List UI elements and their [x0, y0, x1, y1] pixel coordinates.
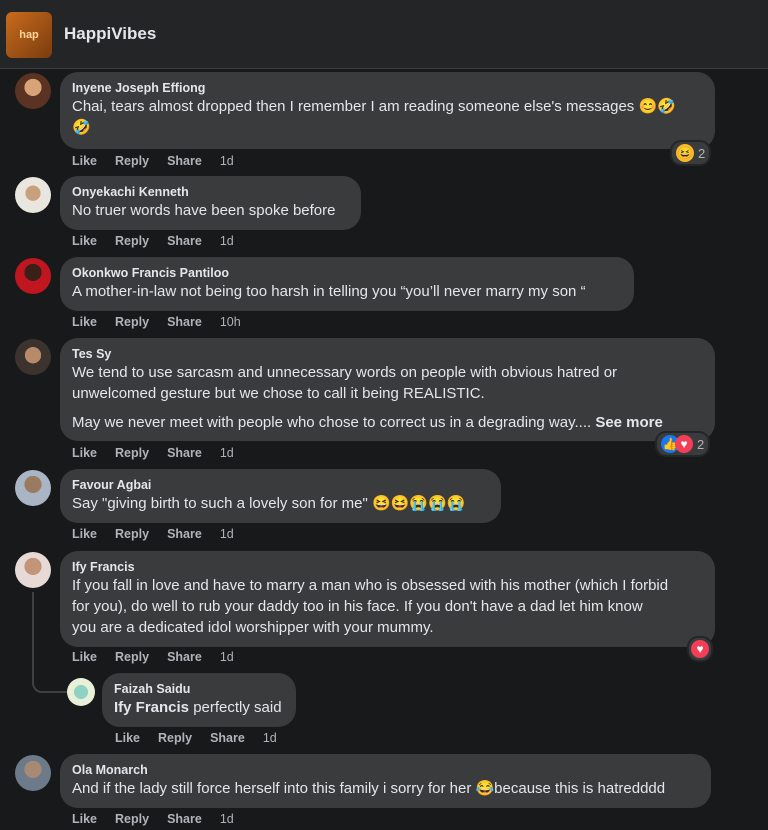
- avatar[interactable]: [15, 339, 51, 375]
- comment-actions: Like Reply Share 1d: [72, 154, 252, 168]
- comment-author[interactable]: Okonkwo Francis Pantiloo: [72, 265, 622, 281]
- comment-timestamp[interactable]: 1d: [220, 234, 234, 248]
- love-icon: ♥: [691, 640, 709, 658]
- comment-timestamp[interactable]: 1d: [220, 527, 234, 541]
- comment-bubble: Favour Agbai Say "giving birth to such a…: [60, 469, 501, 523]
- reply-bubble: Faizah Saidu Ify Francis perfectly said: [102, 673, 296, 727]
- like-button[interactable]: Like: [72, 527, 97, 541]
- avatar[interactable]: [15, 258, 51, 294]
- like-button[interactable]: Like: [72, 446, 97, 460]
- comment-bubble: Inyene Joseph Effiong Chai, tears almost…: [60, 72, 715, 149]
- reply-button[interactable]: Reply: [115, 154, 149, 168]
- page-title[interactable]: HappiVibes: [64, 24, 156, 44]
- comment-text: Chai, tears almost dropped then I rememb…: [72, 98, 676, 136]
- page-header: hap HappiVibes: [0, 0, 768, 69]
- see-more-link[interactable]: See more: [595, 414, 663, 431]
- comment-actions: Like Reply Share 10h: [72, 315, 259, 329]
- comment-actions: Like Reply Share 1d: [72, 527, 252, 541]
- avatar[interactable]: [15, 470, 51, 506]
- mention-link[interactable]: Ify Francis: [114, 699, 189, 716]
- comment-bubble: Okonkwo Francis Pantiloo A mother-in-law…: [60, 257, 634, 311]
- share-button[interactable]: Share: [167, 650, 202, 664]
- comment-text: We tend to use sarcasm and unnecessary w…: [72, 364, 618, 402]
- avatar[interactable]: [15, 755, 51, 791]
- comment-actions: Like Reply Share 1d: [115, 731, 295, 745]
- share-button[interactable]: Share: [167, 315, 202, 329]
- comment-actions: Like Reply Share 1d: [72, 446, 252, 460]
- comment-bubble: Ify Francis If you fall in love and have…: [60, 551, 715, 647]
- like-button[interactable]: Like: [72, 154, 97, 168]
- comment-actions: Like Reply Share 1d: [72, 650, 252, 664]
- like-button[interactable]: Like: [72, 650, 97, 664]
- comment-author[interactable]: Favour Agbai: [72, 477, 489, 493]
- page-avatar[interactable]: hap: [6, 12, 52, 58]
- comment-author[interactable]: Faizah Saidu: [114, 681, 284, 697]
- like-button[interactable]: Like: [72, 812, 97, 826]
- comment-author[interactable]: Onyekachi Kenneth: [72, 184, 349, 200]
- reaction-count: 2: [698, 145, 706, 161]
- comment-text: If you fall in love and have to marry a …: [72, 577, 669, 636]
- comment-text: Ify Francis perfectly said: [114, 699, 282, 716]
- comment-author[interactable]: Inyene Joseph Effiong: [72, 80, 703, 96]
- comment-author[interactable]: Tes Sy: [72, 346, 703, 362]
- laughing-emoji-icon: 😆: [676, 144, 694, 162]
- comment-timestamp[interactable]: 1d: [263, 731, 277, 745]
- reply-button[interactable]: Reply: [115, 315, 149, 329]
- avatar[interactable]: [67, 678, 95, 706]
- reply-button[interactable]: Reply: [115, 446, 149, 460]
- comment-bubble: Onyekachi Kenneth No truer words have be…: [60, 176, 361, 230]
- comment-bubble: Ola Monarch And if the lady still force …: [60, 754, 711, 808]
- avatar[interactable]: [15, 177, 51, 213]
- reaction-summary[interactable]: ♥: [687, 636, 713, 662]
- reaction-count: 2: [697, 436, 705, 452]
- reaction-summary[interactable]: 😆 2: [670, 140, 712, 166]
- comment-timestamp[interactable]: 1d: [220, 650, 234, 664]
- like-button[interactable]: Like: [115, 731, 140, 745]
- reply-button[interactable]: Reply: [158, 731, 192, 745]
- comment-actions: Like Reply Share 1d: [72, 812, 252, 826]
- share-button[interactable]: Share: [167, 527, 202, 541]
- share-button[interactable]: Share: [167, 446, 202, 460]
- reply-button[interactable]: Reply: [115, 234, 149, 248]
- comment-bubble: Tes Sy We tend to use sarcasm and unnece…: [60, 338, 715, 441]
- like-button[interactable]: Like: [72, 234, 97, 248]
- love-icon: ♥: [675, 435, 693, 453]
- reply-button[interactable]: Reply: [115, 812, 149, 826]
- share-button[interactable]: Share: [210, 731, 245, 745]
- comment-timestamp[interactable]: 1d: [220, 446, 234, 460]
- comment-text: Say "giving birth to such a lovely son f…: [72, 495, 466, 512]
- comment-text: May we never meet with people who chose …: [72, 414, 663, 431]
- share-button[interactable]: Share: [167, 154, 202, 168]
- comment-actions: Like Reply Share 1d: [72, 234, 252, 248]
- avatar[interactable]: [15, 73, 51, 109]
- comment-author[interactable]: Ify Francis: [72, 559, 703, 575]
- comment-timestamp[interactable]: 1d: [220, 154, 234, 168]
- comment-timestamp[interactable]: 10h: [220, 315, 241, 329]
- share-button[interactable]: Share: [167, 812, 202, 826]
- like-button[interactable]: Like: [72, 315, 97, 329]
- reply-button[interactable]: Reply: [115, 650, 149, 664]
- comment-text: And if the lady still force herself into…: [72, 780, 666, 797]
- comment-text: No truer words have been spoke before: [72, 202, 336, 219]
- reply-button[interactable]: Reply: [115, 527, 149, 541]
- comment-author[interactable]: Ola Monarch: [72, 762, 699, 778]
- reaction-summary[interactable]: 👍 ♥ 2: [655, 431, 711, 457]
- comment-text: A mother-in-law not being too harsh in t…: [72, 283, 586, 300]
- comment-timestamp[interactable]: 1d: [220, 812, 234, 826]
- avatar[interactable]: [15, 552, 51, 588]
- share-button[interactable]: Share: [167, 234, 202, 248]
